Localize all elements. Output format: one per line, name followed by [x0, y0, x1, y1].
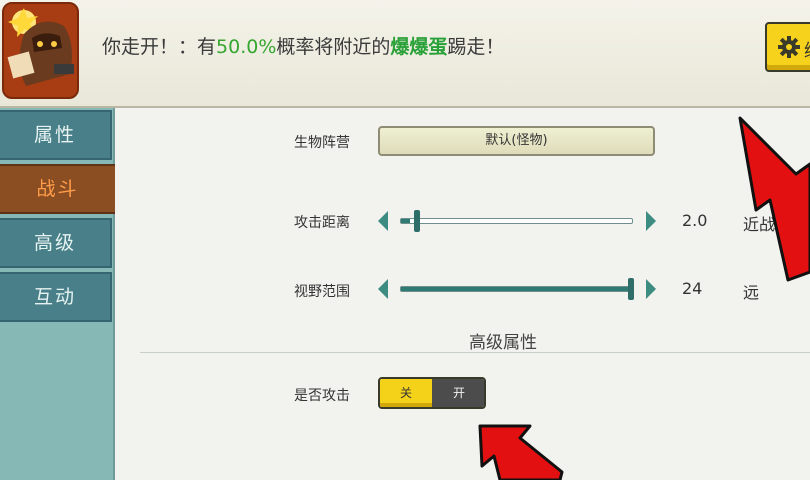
edit-button-label: 编	[804, 37, 810, 63]
advanced-section-title: 高级属性	[469, 333, 537, 353]
monster-description: 你走开！：有50.0%概率将附近的爆爆蛋踢走！	[102, 32, 504, 59]
view-range-increase-arrow-icon[interactable]	[646, 279, 656, 299]
view-range-unit: 远	[743, 283, 760, 302]
tab-attributes[interactable]: 属性	[0, 110, 112, 160]
attack-range-fill	[401, 219, 411, 223]
edit-button[interactable]: 编	[765, 22, 810, 72]
tab-interaction[interactable]: 互动	[0, 272, 112, 322]
view-range-slider[interactable]	[400, 286, 633, 292]
gear-icon	[777, 35, 801, 63]
attack-range-label: 攻击距离	[294, 215, 350, 231]
monster-info-header: 你走开！：有50.0%概率将附近的爆爆蛋踢走！ 编	[0, 0, 810, 108]
desc-prefix: 你走开！：有	[102, 36, 217, 58]
faction-label: 生物阵营	[294, 135, 350, 151]
view-range-label: 视野范围	[294, 284, 350, 300]
section-divider	[140, 352, 810, 353]
tab-advanced[interactable]: 高级	[0, 218, 112, 268]
attack-range-value: 2.0	[682, 211, 708, 230]
monster-avatar	[2, 2, 79, 99]
category-sidebar: 属性 战斗 高级 互动	[0, 108, 117, 480]
view-range-slider-thumb[interactable]	[628, 278, 634, 300]
desc-middle: 概率将附近的	[276, 36, 391, 58]
view-range-fill	[401, 287, 632, 291]
attack-range-slider[interactable]	[400, 218, 633, 224]
view-range-value: 24	[682, 279, 703, 298]
toggle-on-option[interactable]: 开	[432, 379, 484, 407]
desc-percent: 50.0%	[216, 36, 277, 58]
desc-target: 爆爆蛋	[390, 36, 448, 58]
toggle-off-option[interactable]: 关	[380, 379, 432, 407]
settings-panel	[115, 108, 810, 480]
attack-range-increase-arrow-icon[interactable]	[646, 211, 656, 231]
can-attack-label: 是否攻击	[294, 388, 350, 404]
attack-range-decrease-arrow-icon[interactable]	[378, 211, 388, 231]
desc-suffix: 踢走！	[447, 36, 505, 58]
faction-dropdown[interactable]: 默认(怪物)	[378, 126, 655, 156]
attack-range-slider-thumb[interactable]	[414, 210, 421, 232]
red-annotation-arrow-icon	[478, 424, 564, 480]
view-range-decrease-arrow-icon[interactable]	[378, 279, 388, 299]
can-attack-toggle[interactable]: 关 开	[378, 377, 486, 409]
tab-combat[interactable]: 战斗	[0, 164, 117, 214]
red-annotation-arrow-icon	[738, 116, 810, 282]
